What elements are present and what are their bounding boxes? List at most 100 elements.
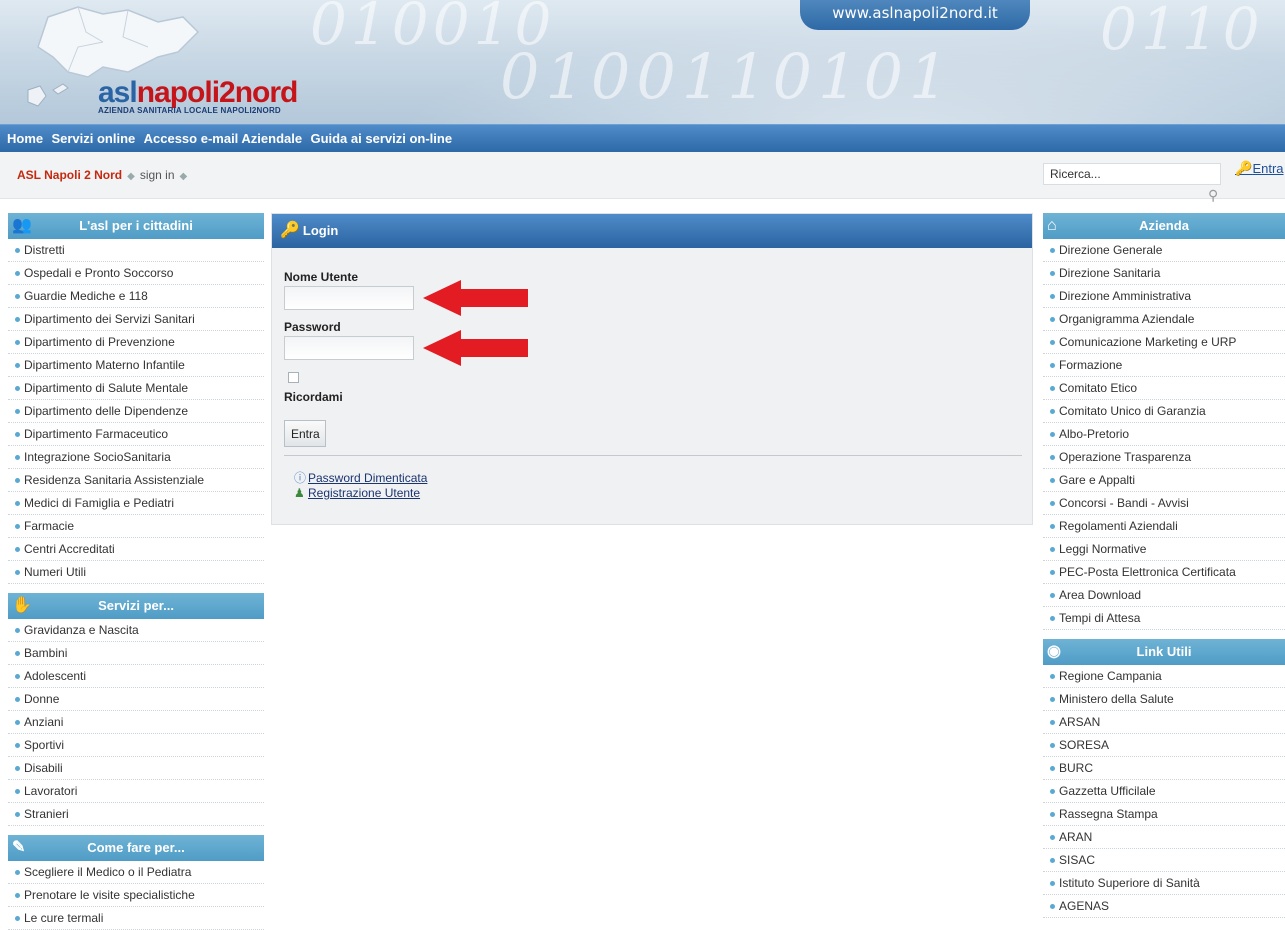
bullet-icon — [15, 893, 20, 899]
bullet-icon — [1050, 478, 1055, 484]
sidebar-item-salute-mentale[interactable]: Dipartimento di Salute Mentale — [8, 377, 264, 400]
bullet-icon — [15, 870, 20, 876]
sidebar-item-organigramma[interactable]: Organigramma Aziendale — [1043, 308, 1285, 331]
bullet-icon — [1050, 593, 1055, 599]
sidebar-item-tempi-attesa[interactable]: Tempi di Attesa — [1043, 607, 1285, 630]
sidebar-item-area-download[interactable]: Area Download — [1043, 584, 1285, 607]
site-logo[interactable]: aslnapoli2nord AZIENDA SANITARIA LOCALE … — [98, 76, 298, 116]
magnifier-icon[interactable]: ⚲ — [1208, 187, 1218, 204]
login-title: Login — [302, 223, 339, 238]
sidebar-item-medici-famiglia[interactable]: Medici di Famiglia e Pediatri — [8, 492, 264, 515]
sidebar-item-burc[interactable]: BURC — [1043, 757, 1285, 780]
sidebar-item-distretti[interactable]: Distretti — [8, 239, 264, 262]
sidebar-item-gazzetta[interactable]: Gazzetta Ufficilale — [1043, 780, 1285, 803]
sidebar-item-prevenzione[interactable]: Dipartimento di Prevenzione — [8, 331, 264, 354]
sidebar-item-guardie-mediche[interactable]: Guardie Mediche e 118 — [8, 285, 264, 308]
nav-home[interactable]: Home — [7, 131, 43, 146]
bullet-icon — [15, 916, 20, 922]
sidebar-item-donne[interactable]: Donne — [8, 688, 264, 711]
nav-email-aziendale[interactable]: Accesso e-mail Aziendale — [144, 131, 302, 146]
sidebar-item-pec[interactable]: PEC-Posta Elettronica Certificata — [1043, 561, 1285, 584]
nav-guida-servizi[interactable]: Guida ai servizi on-line — [310, 131, 452, 146]
sidebar-item-ministero-salute[interactable]: Ministero della Salute — [1043, 688, 1285, 711]
sidebar-item-leggi-normative[interactable]: Leggi Normative — [1043, 538, 1285, 561]
sidebar-item-anziani[interactable]: Anziani — [8, 711, 264, 734]
register-user-link[interactable]: ♟ Registrazione Utente — [294, 486, 420, 500]
sidebar-item-materno-infantile[interactable]: Dipartimento Materno Infantile — [8, 354, 264, 377]
sidebar-item-trasparenza[interactable]: Operazione Trasparenza — [1043, 446, 1285, 469]
sidebar-item-rassegna-stampa[interactable]: Rassegna Stampa — [1043, 803, 1285, 826]
username-field[interactable] — [284, 286, 414, 310]
sidebar-item-concorsi[interactable]: Concorsi - Bandi - Avvisi — [1043, 492, 1285, 515]
sidebar-item-prenotare-visite[interactable]: Prenotare le visite specialistiche — [8, 884, 264, 907]
login-header: 🔑 Login — [272, 214, 1032, 248]
sidebar-item-arsan[interactable]: ARSAN — [1043, 711, 1285, 734]
bullet-icon — [15, 524, 20, 530]
sidebar-item-ospedali[interactable]: Ospedali e Pronto Soccorso — [8, 262, 264, 285]
sidebar-item-farmaceutico[interactable]: Dipartimento Farmaceutico — [8, 423, 264, 446]
bullet-icon — [15, 432, 20, 438]
bullet-icon — [1050, 524, 1055, 530]
sidebar-item-bambini[interactable]: Bambini — [8, 642, 264, 665]
sidebar-item-lavoratori[interactable]: Lavoratori — [8, 780, 264, 803]
bullet-icon — [1050, 835, 1055, 841]
forgot-password-link[interactable]: ⓘ Password Dimenticata — [294, 469, 427, 486]
breadcrumb-separator: ◆ — [127, 171, 135, 182]
sidebar-item-stranieri[interactable]: Stranieri — [8, 803, 264, 826]
sidebar-item-cure-termali[interactable]: Le cure termali — [8, 907, 264, 930]
sidebar-item-comitato-garanzia[interactable]: Comitato Unico di Garanzia — [1043, 400, 1285, 423]
search-input[interactable] — [1043, 163, 1221, 185]
bullet-icon — [15, 812, 20, 818]
sidebar-item-comitato-etico[interactable]: Comitato Etico — [1043, 377, 1285, 400]
breadcrumb-home[interactable]: ASL Napoli 2 Nord — [17, 168, 122, 182]
sidebar-item-rsa[interactable]: Residenza Sanitaria Assistenziale — [8, 469, 264, 492]
sidebar-item-direzione-generale[interactable]: Direzione Generale — [1043, 239, 1285, 262]
sidebar-item-scegliere-medico[interactable]: Scegliere il Medico o il Pediatra — [8, 861, 264, 884]
search-submit-link[interactable]: 🔑Entra — [1235, 160, 1284, 177]
bullet-icon — [15, 478, 20, 484]
breadcrumb: ASL Napoli 2 Nord ◆ sign in ◆ — [17, 168, 192, 182]
sidebar-item-sisac[interactable]: SISAC — [1043, 849, 1285, 872]
login-submit-button[interactable]: Entra — [284, 420, 326, 447]
sidebar-item-disabili[interactable]: Disabili — [8, 757, 264, 780]
sidebar-item-soresa[interactable]: SORESA — [1043, 734, 1285, 757]
sidebar-item-iss[interactable]: Istituto Superiore di Sanità — [1043, 872, 1285, 895]
sidebar-item-aran[interactable]: ARAN — [1043, 826, 1285, 849]
sidebar-item-adolescenti[interactable]: Adolescenti — [8, 665, 264, 688]
bullet-icon — [15, 570, 20, 576]
sidebar-item-gare-appalti[interactable]: Gare e Appalti — [1043, 469, 1285, 492]
sidebox-header: ◉ Link Utili — [1043, 639, 1285, 665]
bullet-icon — [15, 409, 20, 415]
bullet-icon — [1050, 271, 1055, 277]
search-submit-label: Entra — [1252, 161, 1284, 176]
sidebar-item-direzione-sanitaria[interactable]: Direzione Sanitaria — [1043, 262, 1285, 285]
site-url-tab[interactable]: www.aslnapoli2nord.it — [800, 0, 1030, 30]
bullet-icon — [15, 720, 20, 726]
bullet-icon — [1050, 616, 1055, 622]
bullet-icon — [1050, 674, 1055, 680]
sidebar-item-sociosanitaria[interactable]: Integrazione SocioSanitaria — [8, 446, 264, 469]
sidebar-item-farmacie[interactable]: Farmacie — [8, 515, 264, 538]
bullet-icon — [1050, 386, 1055, 392]
logo-text-asl: asl — [98, 76, 138, 109]
sidebar-item-centri-accreditati[interactable]: Centri Accreditati — [8, 538, 264, 561]
bullet-icon — [1050, 881, 1055, 887]
bullet-icon — [15, 547, 20, 553]
sidebar-item-formazione[interactable]: Formazione — [1043, 354, 1285, 377]
sidebar-item-albo-pretorio[interactable]: Albo-Pretorio — [1043, 423, 1285, 446]
remember-checkbox[interactable] — [288, 372, 299, 383]
sidebar-item-regolamenti[interactable]: Regolamenti Aziendali — [1043, 515, 1285, 538]
password-field[interactable] — [284, 336, 414, 360]
sidebar-item-comunicazione-urp[interactable]: Comunicazione Marketing e URP — [1043, 331, 1285, 354]
sidebar-item-gravidanza[interactable]: Gravidanza e Nascita — [8, 619, 264, 642]
sidebar-item-servizi-sanitari[interactable]: Dipartimento dei Servizi Sanitari — [8, 308, 264, 331]
sidebar-item-agenas[interactable]: AGENAS — [1043, 895, 1285, 918]
sidebar-item-dipendenze[interactable]: Dipartimento delle Dipendenze — [8, 400, 264, 423]
username-label: Nome Utente — [284, 270, 359, 284]
sidebar-item-direzione-amministrativa[interactable]: Direzione Amministrativa — [1043, 285, 1285, 308]
nav-servizi-online[interactable]: Servizi online — [51, 131, 135, 146]
sidebar-item-sportivi[interactable]: Sportivi — [8, 734, 264, 757]
bullet-icon — [1050, 570, 1055, 576]
sidebar-item-numeri-utili[interactable]: Numeri Utili — [8, 561, 264, 584]
sidebar-item-regione-campania[interactable]: Regione Campania — [1043, 665, 1285, 688]
